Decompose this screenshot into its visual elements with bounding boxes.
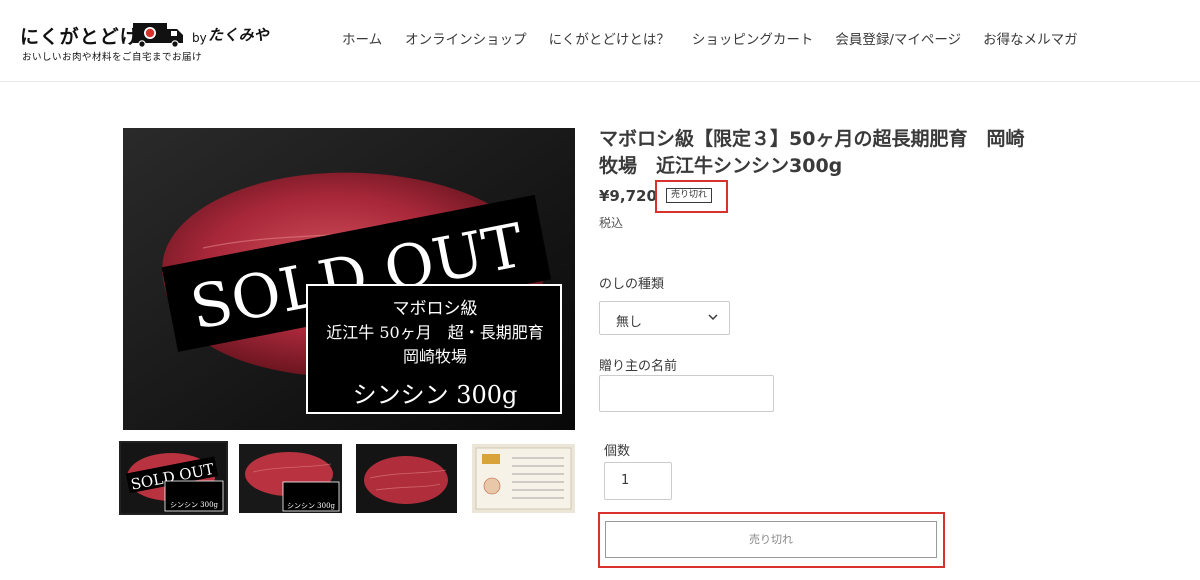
- soldout-button[interactable]: 売り切れ: [605, 521, 937, 558]
- giver-name-input[interactable]: [599, 375, 774, 412]
- thumbnail-3[interactable]: [356, 444, 457, 513]
- logo-main-text: にくがとどけ: [20, 26, 140, 48]
- product-thumbnails: SOLD OUT シンシン 300g シンシン 300g: [119, 441, 579, 515]
- product-price: ¥9,720: [599, 187, 657, 205]
- thumbnail-1-caption: シンシン 300g: [170, 501, 219, 509]
- caption-line-3: 岡崎牧場: [403, 347, 467, 366]
- soldout-badge: 売り切れ: [666, 188, 713, 203]
- caption-line-4: シンシン 300g: [353, 381, 518, 409]
- soldout-button-highlight: 売り切れ: [598, 512, 945, 568]
- chevron-down-icon: [708, 314, 718, 321]
- soldout-badge-highlight: 売り切れ: [655, 180, 728, 213]
- logo-tagline: おいしいお肉や材料をご自宅までお届け: [22, 52, 203, 63]
- caption-line-2: 近江牛 50ヶ月 超・長期肥育: [326, 323, 543, 342]
- quantity-label: 個数: [604, 444, 631, 459]
- site-header: にくがとどけ by たくみや おいしいお肉や材料をご自宅までお届け ホーム オン…: [0, 0, 1200, 82]
- thumbnail-2[interactable]: シンシン 300g: [239, 444, 342, 513]
- nav-item-online-shop[interactable]: オンラインショップ: [405, 30, 527, 50]
- noshi-label: のしの種類: [599, 277, 665, 292]
- main-nav: ホーム オンラインショップ にくがとどけとは？ ショッピングカート 会員登録/マ…: [342, 30, 1078, 50]
- nav-item-home[interactable]: ホーム: [342, 30, 382, 50]
- nav-item-about[interactable]: にくがとどけとは？: [549, 30, 670, 50]
- noshi-select[interactable]: 無し: [599, 301, 730, 335]
- nav-item-cart[interactable]: ショッピングカート: [692, 30, 814, 50]
- thumbnail-2-caption: シンシン 300g: [287, 502, 336, 510]
- logo-by-text: by: [192, 31, 207, 45]
- logo-brand-text: たくみや: [208, 26, 269, 44]
- giver-name-label: 贈り主の名前: [599, 359, 678, 374]
- quantity-input[interactable]: 1: [604, 462, 672, 500]
- caption-line-1: マボロシ級: [393, 299, 478, 319]
- quantity-value: 1: [621, 473, 630, 488]
- thumbnail-4[interactable]: [472, 444, 575, 513]
- tax-note: 税込: [599, 216, 624, 230]
- product-title: マボロシ級【限定３】50ヶ月の超長期肥育 岡崎牧場 近江牛シンシン300g: [599, 128, 1025, 177]
- nav-item-account[interactable]: 会員登録/マイページ: [835, 30, 961, 50]
- thumbnail-1[interactable]: SOLD OUT シンシン 300g: [119, 441, 228, 515]
- nav-item-newsletter[interactable]: お得なメルマガ: [983, 30, 1078, 50]
- truck-icon: [133, 23, 183, 48]
- noshi-select-value: 無し: [616, 315, 643, 330]
- product-main-image[interactable]: SOLD OUT マボロシ級 近江牛 50ヶ月 超・長期肥育 岡崎牧場 シンシン…: [123, 128, 575, 430]
- site-logo[interactable]: にくがとどけ by たくみや おいしいお肉や材料をご自宅までお届け: [20, 20, 269, 64]
